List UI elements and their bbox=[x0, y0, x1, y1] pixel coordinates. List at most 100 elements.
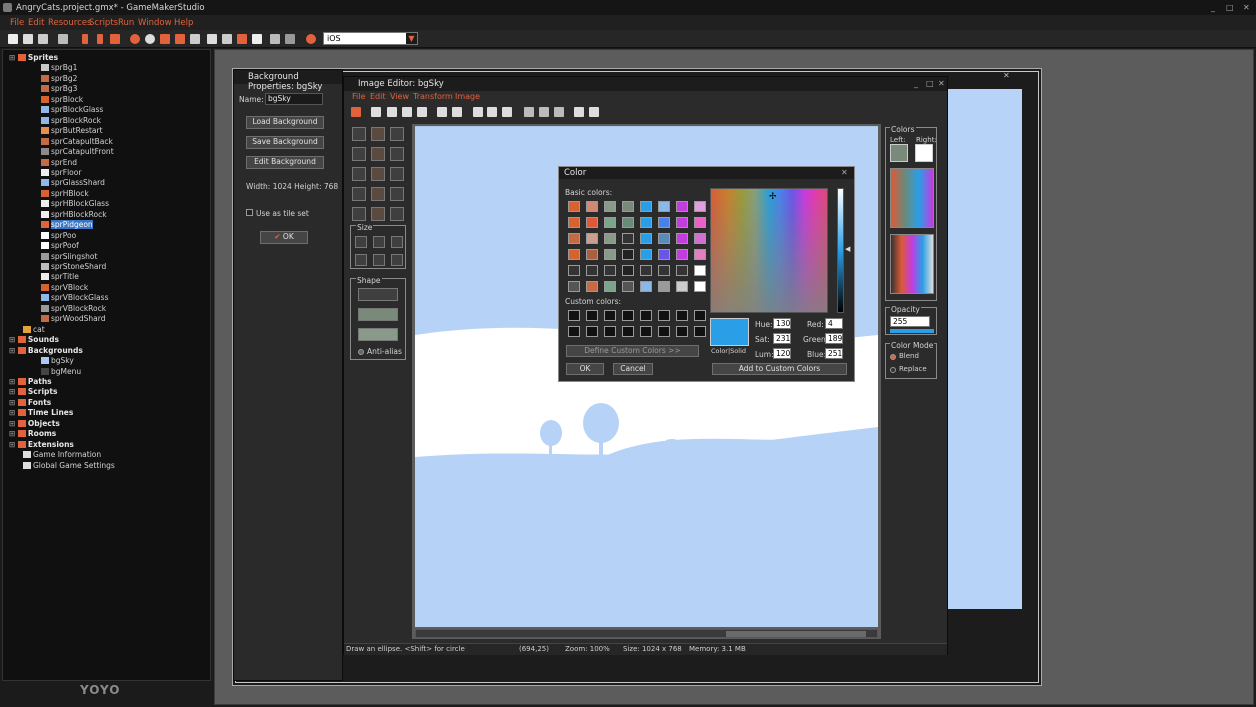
size-2-button[interactable] bbox=[373, 236, 385, 248]
select-tool-icon[interactable] bbox=[352, 187, 366, 201]
basic-color-swatch[interactable] bbox=[604, 281, 616, 292]
basic-color-swatch[interactable] bbox=[676, 233, 688, 244]
basic-color-swatch[interactable] bbox=[622, 265, 634, 276]
basic-color-swatch[interactable] bbox=[694, 281, 706, 292]
menu-run[interactable]: Run bbox=[118, 18, 134, 28]
editor-menu-transform[interactable]: Transform bbox=[413, 92, 453, 101]
basic-color-swatch[interactable] bbox=[604, 217, 616, 228]
save-icon[interactable] bbox=[402, 107, 412, 117]
basic-color-swatch[interactable] bbox=[622, 281, 634, 292]
resource-tree[interactable]: ⊞ Sprites sprBg1 sprBg2 sprBg3 sprBlock sprBl… bbox=[2, 49, 211, 681]
zoom-reset-icon[interactable] bbox=[554, 107, 564, 117]
expand-icon[interactable]: ⊞ bbox=[9, 408, 18, 417]
basic-color-swatch[interactable] bbox=[658, 265, 670, 276]
menu-help[interactable]: Help bbox=[174, 18, 193, 28]
custom-color-swatch[interactable] bbox=[568, 310, 580, 321]
open-icon[interactable] bbox=[387, 107, 397, 117]
antialias-checkbox[interactable] bbox=[358, 349, 364, 355]
cut-icon[interactable] bbox=[473, 107, 483, 117]
pencil-tool-icon[interactable] bbox=[352, 127, 366, 141]
tree-group[interactable]: ⊞ Sprites bbox=[9, 53, 58, 63]
tree-item[interactable]: sprVBlock bbox=[41, 283, 88, 293]
path-icon[interactable] bbox=[190, 34, 200, 44]
basic-color-swatch[interactable] bbox=[658, 233, 670, 244]
color-ok-button[interactable]: OK bbox=[566, 363, 604, 375]
tree-item[interactable]: sprHBlockRock bbox=[41, 210, 107, 220]
basic-color-swatch[interactable] bbox=[622, 249, 634, 260]
debug-icon[interactable] bbox=[97, 34, 103, 44]
eraser-tool-icon[interactable] bbox=[390, 127, 404, 141]
zoom-out-icon[interactable] bbox=[539, 107, 549, 117]
bgwin-close-icon[interactable]: ✕ bbox=[1003, 71, 1010, 80]
luminance-bar[interactable] bbox=[837, 188, 844, 313]
tree-group[interactable]: ⊞ Sounds bbox=[9, 335, 59, 345]
tree-group[interactable]: ⊞ Scripts bbox=[9, 387, 57, 397]
left-color-swatch[interactable] bbox=[890, 144, 908, 162]
edit-background-button[interactable]: Edit Background bbox=[246, 156, 324, 169]
tree-item[interactable]: sprPoo bbox=[41, 231, 76, 241]
tree-group[interactable]: ⊞ Backgrounds bbox=[9, 346, 83, 356]
blend-radio[interactable] bbox=[890, 354, 896, 360]
mirror-tool-icon[interactable] bbox=[390, 207, 404, 221]
basic-color-swatch[interactable] bbox=[586, 265, 598, 276]
custom-color-swatch[interactable] bbox=[694, 310, 706, 321]
menu-window[interactable]: Window bbox=[138, 18, 172, 28]
basic-color-swatch[interactable] bbox=[586, 249, 598, 260]
basic-color-swatch[interactable] bbox=[586, 233, 598, 244]
import-icon[interactable] bbox=[58, 34, 68, 44]
basic-color-swatch[interactable] bbox=[586, 281, 598, 292]
ok-button[interactable]: ✔ OK bbox=[260, 231, 308, 244]
hue-input[interactable]: 130 bbox=[773, 318, 791, 329]
replace-radio[interactable] bbox=[890, 367, 896, 373]
basic-color-swatch[interactable] bbox=[568, 217, 580, 228]
basic-color-swatch[interactable] bbox=[568, 281, 580, 292]
background-icon[interactable] bbox=[175, 34, 185, 44]
palette-swatches[interactable] bbox=[890, 168, 934, 228]
tree-item[interactable]: sprCatapultFront bbox=[41, 147, 114, 157]
chevron-down-icon[interactable]: ▼ bbox=[406, 33, 417, 44]
save-background-button[interactable]: Save Background bbox=[246, 136, 324, 149]
editor-minimize-icon[interactable]: _ bbox=[914, 79, 918, 88]
tree-item[interactable]: sprFloor bbox=[41, 168, 81, 178]
tree-item[interactable]: bgSky bbox=[41, 356, 74, 366]
custom-color-swatch[interactable] bbox=[640, 310, 652, 321]
size-1-button[interactable] bbox=[355, 236, 367, 248]
basic-color-swatch[interactable] bbox=[640, 265, 652, 276]
tree-group[interactable]: ⊞ Extensions bbox=[9, 440, 74, 450]
editor-menu-file[interactable]: File bbox=[352, 92, 365, 101]
basic-color-swatch[interactable] bbox=[658, 201, 670, 212]
basic-color-swatch[interactable] bbox=[568, 249, 580, 260]
script-icon[interactable] bbox=[207, 34, 217, 44]
color-icon[interactable] bbox=[589, 107, 599, 117]
undo-icon[interactable] bbox=[437, 107, 447, 117]
basic-color-swatch[interactable] bbox=[586, 217, 598, 228]
tree-item[interactable]: sprEnd bbox=[41, 158, 77, 168]
expand-icon[interactable]: ⊞ bbox=[9, 377, 18, 386]
custom-color-swatch[interactable] bbox=[604, 326, 616, 337]
tree-group[interactable]: ⊞ Rooms bbox=[9, 429, 56, 439]
spray-tool-icon[interactable] bbox=[371, 127, 385, 141]
sprite-icon[interactable] bbox=[145, 34, 155, 44]
basic-color-swatch[interactable] bbox=[694, 201, 706, 212]
size-6-button[interactable] bbox=[391, 254, 403, 266]
tree-item[interactable]: sprWoodShard bbox=[41, 314, 106, 324]
save-icon[interactable] bbox=[38, 34, 48, 44]
editor-maximize-icon[interactable]: □ bbox=[926, 79, 934, 88]
menu-edit[interactable]: Edit bbox=[28, 18, 44, 28]
tree-item[interactable]: Global Game Settings bbox=[23, 461, 115, 471]
ellipse-tool-icon[interactable] bbox=[371, 167, 385, 181]
basic-color-swatch[interactable] bbox=[676, 249, 688, 260]
basic-color-swatch[interactable] bbox=[640, 233, 652, 244]
tree-item[interactable]: sprButRestart bbox=[41, 126, 103, 136]
basic-color-swatch[interactable] bbox=[658, 281, 670, 292]
custom-color-swatch[interactable] bbox=[676, 310, 688, 321]
polygon-tool-icon[interactable] bbox=[390, 147, 404, 161]
tree-item[interactable]: sprPidgeon bbox=[41, 220, 93, 230]
object-icon[interactable] bbox=[252, 34, 262, 44]
room-icon[interactable] bbox=[270, 34, 280, 44]
opacity-slider[interactable] bbox=[890, 329, 934, 333]
add-custom-colors-button[interactable]: Add to Custom Colors bbox=[712, 363, 847, 375]
menu-resources[interactable]: Resources bbox=[48, 18, 91, 28]
settings-icon[interactable] bbox=[285, 34, 295, 44]
redo-icon[interactable] bbox=[452, 107, 462, 117]
